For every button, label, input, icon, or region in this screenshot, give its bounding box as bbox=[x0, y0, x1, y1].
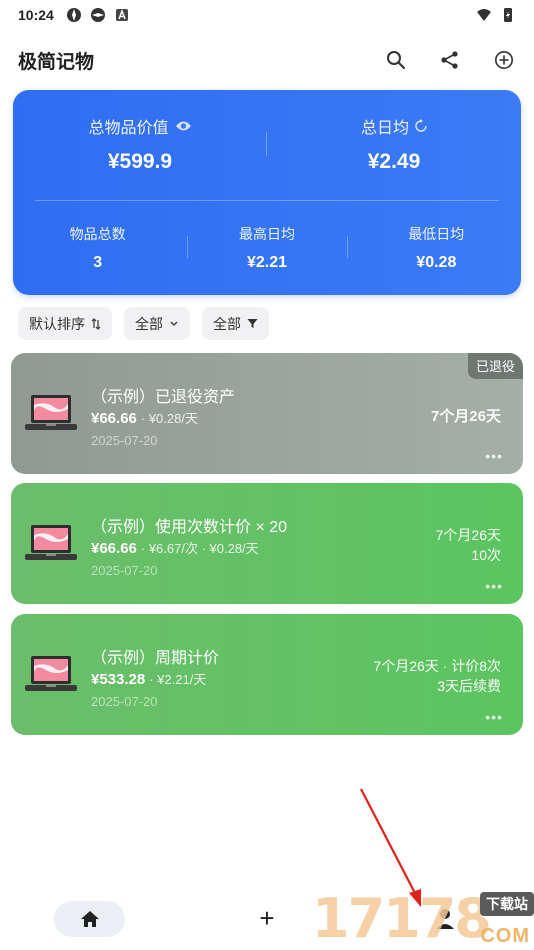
divider bbox=[35, 200, 499, 201]
sort-chip[interactable]: 默认排序 bbox=[18, 307, 112, 340]
sort-icon bbox=[91, 317, 101, 330]
category-chip-label: 全部 bbox=[135, 315, 163, 332]
laptop-icon bbox=[25, 656, 77, 691]
min-daily-value: ¥0.28 bbox=[416, 254, 457, 271]
item-price: ¥66.66 bbox=[91, 540, 137, 557]
watermark-badge: 下载站 bbox=[480, 892, 534, 916]
status-chip-label: 全部 bbox=[213, 315, 241, 332]
add-circle-icon bbox=[495, 51, 513, 69]
status-time: 10:24 bbox=[18, 7, 54, 23]
status-bar: 10:24 bbox=[0, 0, 534, 30]
item-price: ¥533.28 bbox=[91, 671, 146, 688]
max-daily-stat: 最高日均 ¥2.21 bbox=[182, 224, 351, 272]
item-card[interactable]: （示例）已退役资产 ¥66.66 · ¥0.28/天 2025-07-20 7个… bbox=[11, 353, 523, 474]
status-filter-chip[interactable]: 全部 bbox=[202, 307, 269, 340]
sort-chip-label: 默认排序 bbox=[29, 315, 85, 332]
chevron-down-icon bbox=[170, 320, 178, 326]
summary-card: 总物品价值 ¥599.9 总日均 ¥2.49 物品总数 3 最高日均 ¥2.21… bbox=[13, 90, 521, 295]
item-name: （示例）使用次数计价 × 20 bbox=[91, 519, 288, 536]
watermark: 17178 下载站 COM bbox=[312, 888, 534, 950]
filter-bar: 默认排序 全部 全部 bbox=[18, 307, 269, 340]
laptop-icon bbox=[25, 525, 77, 560]
daily-avg-value: ¥2.49 bbox=[367, 150, 421, 173]
more-options-button[interactable]: ••• bbox=[485, 579, 503, 593]
share-button[interactable] bbox=[438, 48, 462, 72]
nav-home[interactable] bbox=[54, 901, 125, 937]
item-duration: 7个月26天 bbox=[435, 527, 501, 543]
filter-icon bbox=[247, 319, 258, 328]
search-icon bbox=[387, 51, 406, 70]
total-value: ¥599.9 bbox=[107, 150, 173, 173]
total-value-label: 总物品价值 bbox=[88, 120, 169, 137]
item-date: 2025-07-20 bbox=[91, 694, 158, 709]
app-notification-icon bbox=[66, 8, 81, 22]
watermark-digits: 17178 bbox=[312, 887, 492, 950]
item-duration: 7个月26天 bbox=[430, 408, 501, 425]
share-icon bbox=[441, 51, 458, 69]
item-count-label: 物品总数 bbox=[69, 226, 126, 242]
item-count-stat: 物品总数 3 bbox=[13, 224, 182, 272]
home-icon bbox=[80, 911, 99, 927]
nav-add[interactable]: + bbox=[255, 903, 279, 933]
app-bar: 极简记物 bbox=[0, 40, 534, 80]
watermark-suffix: COM bbox=[480, 925, 530, 947]
refresh-icon[interactable] bbox=[415, 119, 427, 133]
item-renewal: 3天后续费 bbox=[437, 678, 501, 694]
max-daily-label: 最高日均 bbox=[238, 226, 295, 242]
battery-icon bbox=[504, 8, 512, 22]
category-chip[interactable]: 全部 bbox=[124, 307, 190, 340]
item-name: （示例）周期计价 bbox=[91, 650, 220, 667]
more-options-button[interactable]: ••• bbox=[485, 449, 503, 463]
min-daily-stat: 最低日均 ¥0.28 bbox=[352, 224, 521, 272]
app-notification-icon bbox=[90, 8, 105, 22]
a-notification-icon bbox=[115, 8, 128, 21]
item-price-detail: · ¥0.28/天 bbox=[140, 411, 198, 426]
item-price-detail: · ¥2.21/天 bbox=[149, 672, 207, 687]
item-count-value: 3 bbox=[93, 254, 103, 271]
total-value-stat: 总物品价值 ¥599.9 bbox=[13, 114, 267, 174]
item-date: 2025-07-20 bbox=[91, 433, 158, 448]
laptop-icon bbox=[25, 395, 77, 430]
divider bbox=[187, 236, 188, 258]
retired-badge: 已退役 bbox=[467, 353, 523, 379]
item-price: ¥66.66 bbox=[91, 410, 137, 427]
daily-avg-label: 总日均 bbox=[360, 120, 409, 137]
item-date: 2025-07-20 bbox=[91, 563, 158, 578]
divider bbox=[347, 236, 348, 258]
item-usage-count: 10次 bbox=[471, 547, 501, 563]
min-daily-label: 最低日均 bbox=[408, 226, 465, 242]
search-button[interactable] bbox=[384, 48, 408, 72]
item-price-detail: · ¥6.67/次 · ¥0.28/天 bbox=[140, 541, 259, 556]
eye-icon[interactable] bbox=[175, 120, 192, 132]
app-title: 极简记物 bbox=[18, 51, 95, 73]
max-daily-value: ¥2.21 bbox=[246, 254, 288, 271]
wifi-icon bbox=[477, 9, 491, 21]
item-name: （示例）已退役资产 bbox=[91, 389, 236, 406]
item-duration: 7个月26天 · 计价8次 bbox=[373, 658, 501, 674]
item-card[interactable]: （示例）使用次数计价 × 20 ¥66.66 · ¥6.67/次 · ¥0.28… bbox=[11, 483, 523, 604]
daily-avg-stat: 总日均 ¥2.49 bbox=[267, 114, 521, 174]
add-circle-button[interactable] bbox=[492, 48, 516, 72]
more-options-button[interactable]: ••• bbox=[485, 710, 503, 724]
item-card[interactable]: （示例）周期计价 ¥533.28 · ¥2.21/天 2025-07-20 7个… bbox=[11, 614, 523, 735]
divider bbox=[266, 132, 267, 156]
